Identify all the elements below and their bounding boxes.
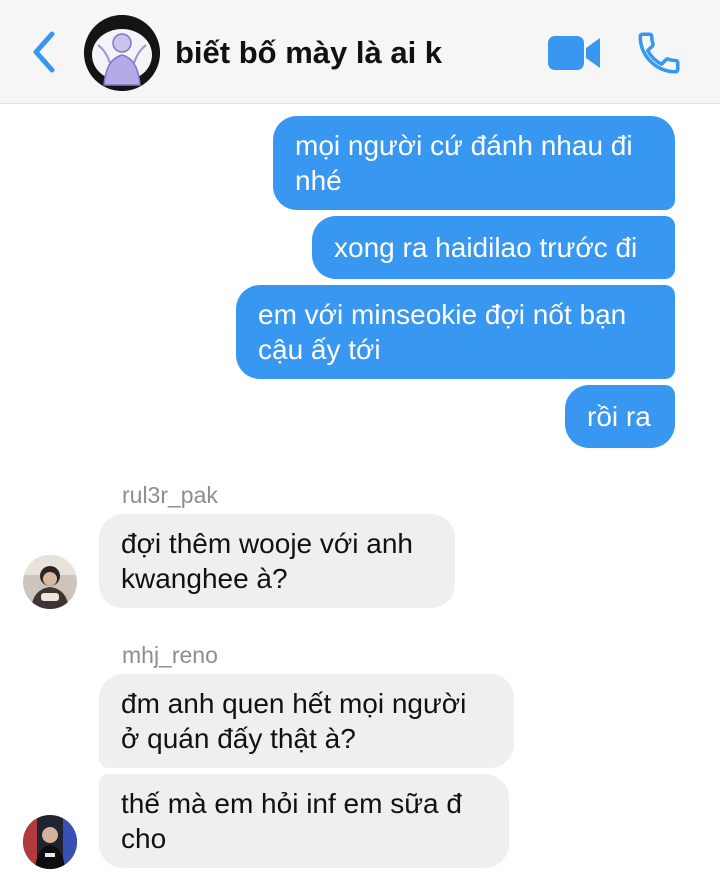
message-text: thế mà em hỏi inf em sữa đ cho <box>121 788 462 854</box>
group-avatar[interactable] <box>84 15 160 91</box>
chevron-left-icon <box>33 31 55 73</box>
phone-icon <box>638 32 680 74</box>
message-text: rồi ra <box>587 401 651 432</box>
message-text: xong ra haidilao trước đi <box>334 232 638 263</box>
outgoing-message[interactable]: mọi người cứ đánh nhau đi nhé <box>273 116 675 210</box>
incoming-message[interactable]: thế mà em hỏi inf em sữa đ cho <box>99 774 509 868</box>
incoming-message[interactable]: đm anh quen hết mọi người ở quán đấy thậ… <box>99 674 514 768</box>
outgoing-message[interactable]: em với minseokie đợi nốt bạn cậu ấy tới <box>236 285 675 379</box>
voice-call-button[interactable] <box>634 28 684 78</box>
message-text: đm anh quen hết mọi người ở quán đấy thậ… <box>121 688 467 754</box>
video-call-button[interactable] <box>546 32 602 74</box>
sender-avatar[interactable] <box>23 815 77 869</box>
message-text: mọi người cứ đánh nhau đi nhé <box>295 130 633 196</box>
outgoing-message[interactable]: xong ra haidilao trước đi <box>312 216 675 279</box>
message-text: em với minseokie đợi nốt bạn cậu ấy tới <box>258 299 627 365</box>
incoming-message[interactable]: đợi thêm wooje với anh kwanghee à? <box>99 514 455 608</box>
chat-header: biết bố mày là ai k <box>0 0 720 104</box>
chat-title[interactable]: biết bố mày là ai k <box>175 35 442 71</box>
message-text: đợi thêm wooje với anh kwanghee à? <box>121 528 413 594</box>
back-button[interactable] <box>24 26 64 78</box>
sender-avatar[interactable] <box>23 555 77 609</box>
video-camera-icon <box>548 36 600 70</box>
sender-name: rul3r_pak <box>122 482 218 508</box>
outgoing-message[interactable]: rồi ra <box>565 385 675 448</box>
sender-name: mhj_reno <box>122 642 218 668</box>
